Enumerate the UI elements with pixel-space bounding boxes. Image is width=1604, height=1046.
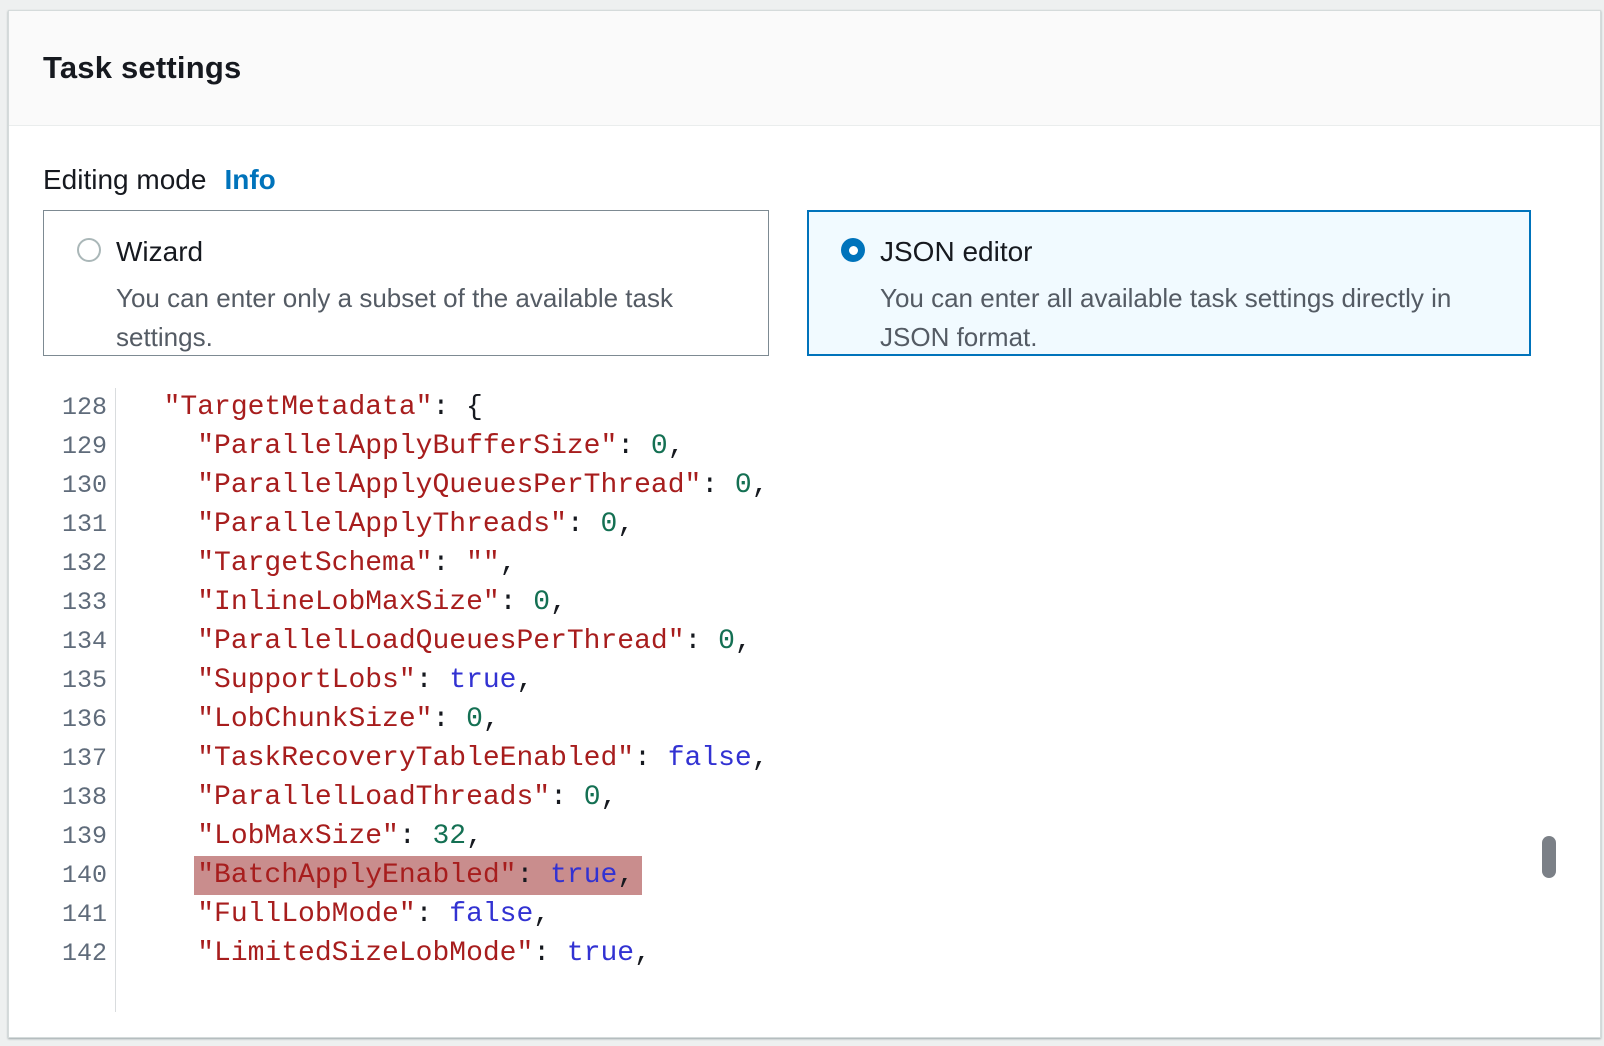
code-line[interactable]: 141 "FullLobMode": false, [43,895,1566,934]
panel-body: Editing mode Info Wizard You can enter o… [9,126,1600,1012]
code-line[interactable]: 131 "ParallelApplyThreads": 0, [43,505,1566,544]
scrollbar-thumb[interactable] [1542,836,1556,878]
code-content: "ParallelLoadThreads": 0, [116,778,617,817]
code-line[interactable]: 132 "TargetSchema": "", [43,544,1566,583]
code-content: "ParallelApplyQueuesPerThread": 0, [116,466,769,505]
option-title: Wizard [116,235,716,269]
code-content: "LobMaxSize": 32, [116,817,483,856]
line-number: 134 [43,622,116,661]
code-line[interactable]: 136 "LobChunkSize": 0, [43,700,1566,739]
code-content: "TargetMetadata": { [116,388,483,427]
code-line[interactable]: 135 "SupportLobs": true, [43,661,1566,700]
panel-header: Task settings [9,11,1600,126]
code-line[interactable]: 129 "ParallelApplyBufferSize": 0, [43,427,1566,466]
radio-selected-icon[interactable] [841,238,865,262]
code-content: "TargetSchema": "", [116,544,517,583]
option-description: You can enter all available task setting… [880,279,1480,357]
line-number: 130 [43,466,116,505]
code-line[interactable]: 133 "InlineLobMaxSize": 0, [43,583,1566,622]
option-json-editor-text: JSON editor You can enter all available … [880,235,1480,357]
code-content: "BatchApplyEnabled": true, [116,856,642,895]
code-line[interactable]: 128 "TargetMetadata": { [43,388,1566,427]
info-link[interactable]: Info [224,160,275,200]
code-line[interactable]: 140 "BatchApplyEnabled": true, [43,856,1566,895]
code-content: "SupportLobs": true, [116,661,533,700]
line-number [43,973,116,1012]
line-number: 141 [43,895,116,934]
code-line[interactable]: 130 "ParallelApplyQueuesPerThread": 0, [43,466,1566,505]
code-content [116,973,130,1012]
code-content: "LobChunkSize": 0, [116,700,500,739]
page-title: Task settings [43,50,241,86]
editing-mode-label: Editing mode [43,160,206,200]
code-line[interactable]: 134 "ParallelLoadQueuesPerThread": 0, [43,622,1566,661]
line-number: 135 [43,661,116,700]
json-editor-code[interactable]: 128 "TargetMetadata": {129 "ParallelAppl… [43,388,1566,1012]
code-line[interactable]: 142 "LimitedSizeLobMode": true, [43,934,1566,973]
editing-mode-options: Wizard You can enter only a subset of th… [43,210,1566,356]
code-line[interactable]: 138 "ParallelLoadThreads": 0, [43,778,1566,817]
option-wizard[interactable]: Wizard You can enter only a subset of th… [43,210,769,356]
line-number: 131 [43,505,116,544]
line-number: 137 [43,739,116,778]
line-number: 132 [43,544,116,583]
code-content: "TaskRecoveryTableEnabled": false, [116,739,769,778]
option-json-editor[interactable]: JSON editor You can enter all available … [807,210,1531,356]
line-number: 133 [43,583,116,622]
line-number: 139 [43,817,116,856]
line-number: 138 [43,778,116,817]
code-content: "FullLobMode": false, [116,895,550,934]
code-content: "InlineLobMaxSize": 0, [116,583,567,622]
line-number: 136 [43,700,116,739]
code-content: "ParallelApplyBufferSize": 0, [116,427,685,466]
code-content: "ParallelApplyThreads": 0, [116,505,634,544]
line-number: 129 [43,427,116,466]
task-settings-panel: Task settings Editing mode Info Wizard Y… [8,10,1601,1038]
code-line[interactable]: 139 "LobMaxSize": 32, [43,817,1566,856]
line-number: 140 [43,856,116,895]
code-line[interactable]: 137 "TaskRecoveryTableEnabled": false, [43,739,1566,778]
code-content: "ParallelLoadQueuesPerThread": 0, [116,622,752,661]
option-description: You can enter only a subset of the avail… [116,279,716,357]
radio-unselected-icon[interactable] [77,238,101,262]
code-content: "LimitedSizeLobMode": true, [116,934,651,973]
option-title: JSON editor [880,235,1480,269]
highlighted-code: "BatchApplyEnabled": true, [194,856,642,895]
editing-mode-row: Editing mode Info [43,160,1566,200]
line-number: 142 [43,934,116,973]
line-number: 128 [43,388,116,427]
code-line[interactable] [43,973,1566,1012]
option-wizard-text: Wizard You can enter only a subset of th… [116,235,716,357]
